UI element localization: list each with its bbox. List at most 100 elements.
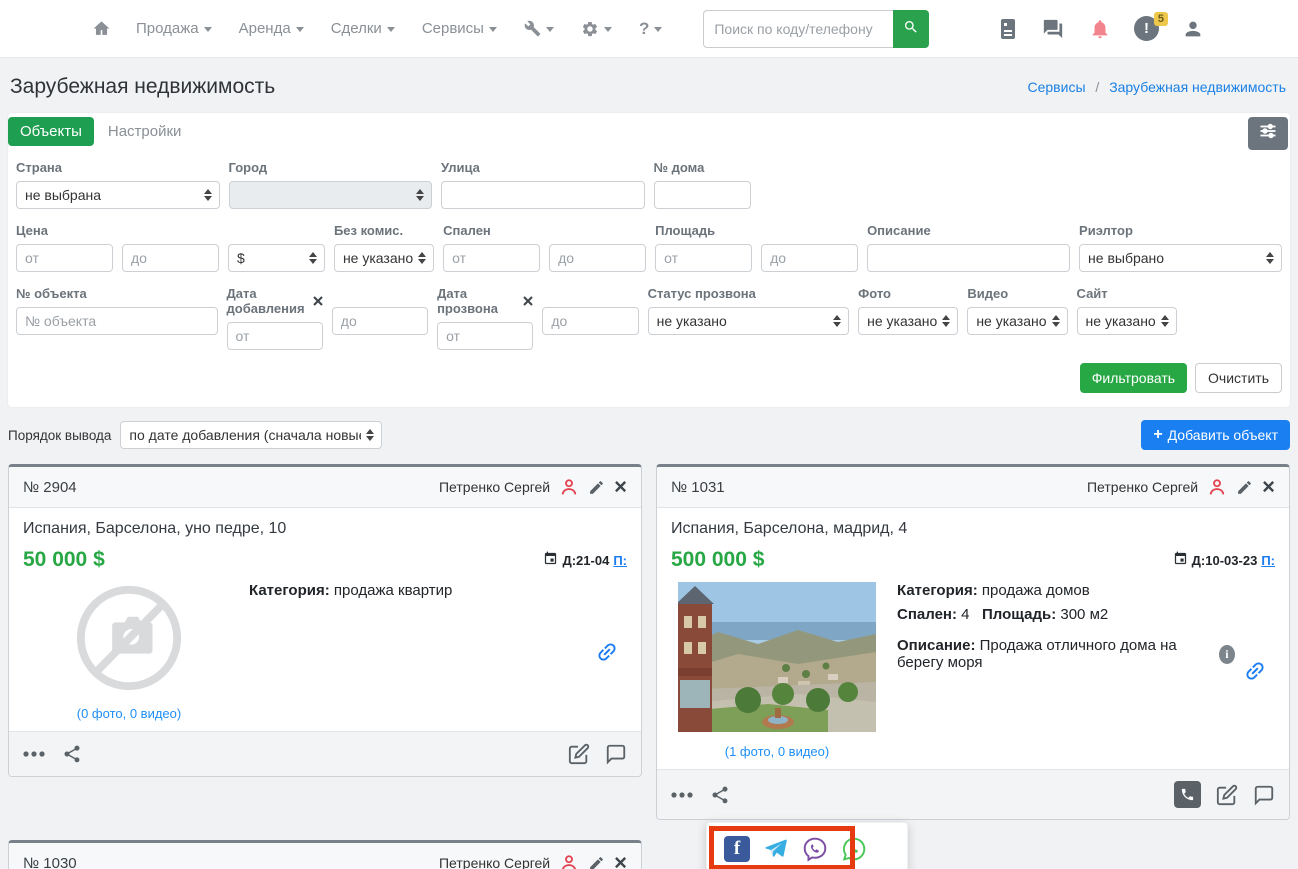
realtor-select[interactable]: не выбрано bbox=[1079, 244, 1282, 272]
property-photo[interactable] bbox=[678, 582, 876, 737]
street-input[interactable] bbox=[441, 181, 645, 209]
city-select[interactable] bbox=[229, 181, 433, 209]
external-link-icon[interactable] bbox=[590, 635, 624, 669]
p-link[interactable]: П: bbox=[613, 553, 627, 568]
more-options-icon[interactable] bbox=[23, 751, 45, 757]
tab-objects[interactable]: Объекты bbox=[8, 117, 94, 146]
home-icon[interactable] bbox=[92, 19, 111, 38]
photo-select[interactable]: не указано bbox=[858, 307, 958, 335]
search-button[interactable] bbox=[893, 10, 929, 48]
close-icon[interactable]: × bbox=[1262, 478, 1275, 496]
card-header: № 1030 Петренко Сергей × bbox=[9, 843, 641, 869]
select-arrows-icon bbox=[942, 315, 950, 327]
share-popup: f bbox=[706, 822, 908, 869]
price-to-input[interactable] bbox=[122, 244, 219, 272]
bedrooms-to-input[interactable] bbox=[549, 244, 646, 272]
house-number-input[interactable] bbox=[654, 181, 751, 209]
comment-icon[interactable] bbox=[605, 743, 627, 765]
country-label: Страна bbox=[16, 160, 220, 175]
close-icon[interactable]: × bbox=[614, 854, 627, 869]
media-count-link[interactable]: (0 фото, 0 видео) bbox=[77, 706, 181, 721]
object-cards-grid: № 2904 Петренко Сергей × Испания, Барсел… bbox=[0, 464, 1298, 869]
object-number-input[interactable] bbox=[16, 307, 218, 335]
more-options-icon[interactable] bbox=[671, 792, 693, 798]
date-added-to-input[interactable] bbox=[332, 307, 428, 335]
call-icon[interactable] bbox=[1174, 781, 1201, 808]
breadcrumb-current-link[interactable]: Зарубежная недвижимость bbox=[1109, 79, 1286, 95]
clear-button[interactable]: Очистить bbox=[1195, 363, 1282, 393]
tab-settings[interactable]: Настройки bbox=[94, 117, 196, 146]
agent-icon[interactable] bbox=[559, 853, 579, 869]
edit-pencil-icon[interactable] bbox=[588, 479, 605, 496]
edit-pencil-icon[interactable] bbox=[588, 855, 605, 869]
bedrooms-value: 4 bbox=[961, 606, 969, 623]
date-added-value: Д:21-04 bbox=[562, 553, 609, 568]
edit-pencil-icon[interactable] bbox=[1236, 479, 1253, 496]
sort-select[interactable]: по дате добавления (сначала новые) bbox=[120, 421, 382, 449]
nav-item-sdelki[interactable]: Сделки bbox=[331, 20, 395, 37]
category-value: продажа квартир bbox=[334, 582, 452, 599]
nav-item-servisy[interactable]: Сервисы bbox=[422, 20, 497, 37]
area-value: 300 м2 bbox=[1060, 606, 1108, 623]
journal-icon[interactable] bbox=[999, 18, 1017, 40]
date-called-from-input[interactable] bbox=[437, 322, 533, 350]
filter-toggle-button[interactable] bbox=[1248, 117, 1288, 150]
tools-menu[interactable] bbox=[524, 20, 554, 37]
realtor-label: Риэлтор bbox=[1079, 223, 1282, 238]
edit-object-icon[interactable] bbox=[568, 743, 590, 765]
search-input[interactable] bbox=[703, 10, 893, 48]
country-select[interactable]: не выбрана bbox=[16, 181, 220, 209]
telegram-icon[interactable] bbox=[763, 836, 789, 862]
breadcrumb-parent-link[interactable]: Сервисы bbox=[1028, 79, 1086, 95]
clear-date-called-icon[interactable] bbox=[523, 296, 533, 306]
messages-icon[interactable] bbox=[1040, 18, 1066, 40]
call-status-select[interactable]: не указано bbox=[648, 307, 850, 335]
object-number: № 2904 bbox=[23, 479, 77, 496]
object-price: 500 000 $ bbox=[671, 548, 764, 572]
p-link[interactable]: П: bbox=[1261, 553, 1275, 568]
agent-icon[interactable] bbox=[559, 477, 579, 497]
video-select[interactable]: не указано bbox=[967, 307, 1067, 335]
filter-button[interactable]: Фильтровать bbox=[1080, 363, 1187, 393]
bedrooms-from-input[interactable] bbox=[443, 244, 540, 272]
media-count-link[interactable]: (1 фото, 0 видео) bbox=[725, 744, 829, 759]
currency-select[interactable]: $ bbox=[228, 244, 325, 272]
share-icon[interactable] bbox=[62, 744, 82, 764]
filter-row-3: № объекта Дата добавления Дата прозвона … bbox=[8, 272, 1290, 350]
object-address: Испания, Барселона, уно педре, 10 bbox=[23, 520, 627, 538]
card-body: Испания, Барселона, мадрид, 4 500 000 $ … bbox=[657, 508, 1289, 769]
facebook-icon[interactable]: f bbox=[724, 836, 750, 862]
object-number-label: № объекта bbox=[16, 286, 218, 301]
settings-menu[interactable] bbox=[581, 20, 612, 38]
edit-object-icon[interactable] bbox=[1216, 784, 1238, 806]
alerts-icon[interactable]: ! 5 bbox=[1134, 16, 1159, 41]
select-arrows-icon bbox=[204, 189, 212, 201]
area-from-input[interactable] bbox=[655, 244, 752, 272]
description-input[interactable] bbox=[867, 244, 1070, 272]
agent-icon[interactable] bbox=[1207, 477, 1227, 497]
nav-item-arenda[interactable]: Аренда bbox=[239, 20, 304, 37]
share-icon[interactable] bbox=[710, 785, 730, 805]
nav-item-prodazha[interactable]: Продажа bbox=[136, 20, 212, 37]
close-icon[interactable]: × bbox=[614, 478, 627, 496]
notifications-bell-icon[interactable] bbox=[1089, 17, 1111, 41]
commission-select[interactable]: не указано bbox=[334, 244, 434, 272]
help-menu[interactable]: ? bbox=[639, 19, 662, 39]
info-icon[interactable]: i bbox=[1219, 645, 1235, 664]
date-added-from-input[interactable] bbox=[227, 322, 323, 350]
add-object-button[interactable]: +Добавить объект bbox=[1141, 420, 1290, 450]
comment-icon[interactable] bbox=[1253, 784, 1275, 806]
site-select[interactable]: не указано bbox=[1077, 307, 1177, 335]
whatsapp-icon[interactable] bbox=[841, 836, 867, 862]
calendar-icon bbox=[1173, 551, 1188, 569]
clear-date-added-icon[interactable] bbox=[313, 296, 323, 306]
price-from-input[interactable] bbox=[16, 244, 113, 272]
external-link-icon[interactable] bbox=[1238, 654, 1272, 688]
viber-icon[interactable] bbox=[802, 836, 828, 862]
bedrooms-label: Спален: bbox=[897, 606, 957, 623]
search-icon bbox=[903, 19, 919, 38]
area-to-input[interactable] bbox=[761, 244, 858, 272]
user-profile-icon[interactable] bbox=[1182, 18, 1204, 40]
date-added-value: Д:10-03-23 bbox=[1192, 553, 1258, 568]
date-called-to-input[interactable] bbox=[542, 307, 638, 335]
